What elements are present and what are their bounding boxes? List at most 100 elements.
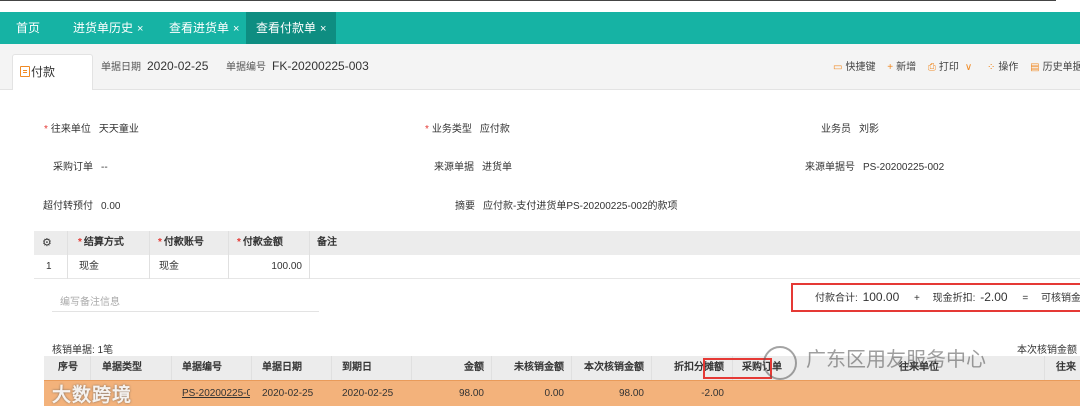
totals-summary: 付款合计: 100.00 + 现金折扣: -2.00 = 可核销金额: [791, 283, 1080, 312]
table-row[interactable]: PS-20200225-0 2020-02-25 2020-02-25 98.0…: [44, 380, 1080, 406]
divider: [171, 356, 172, 380]
writeoff-count: 核销单据: 1笔: [52, 345, 114, 356]
watermark-text-2: 大数跨境: [52, 385, 133, 406]
tab-bar: 首页 进货单历史 × 查看进货单 × 查看付款单 ×: [0, 12, 1080, 44]
col-unwritten: 未核销金额: [514, 362, 564, 373]
plus-icon: +: [887, 62, 894, 73]
cell-doc-date: 2020-02-25: [262, 388, 314, 399]
cell-due-date: 2020-02-25: [342, 388, 394, 399]
equals-sign: =: [1022, 293, 1029, 304]
field-partner: * 往来单位 天天童业: [44, 120, 139, 135]
col-partner-more: 往来: [1056, 362, 1076, 373]
tab-home[interactable]: 首页: [16, 12, 40, 44]
field-source-doc: 来源单据 进货单: [434, 158, 512, 173]
field-label: 业务类型: [431, 124, 472, 135]
close-icon[interactable]: ×: [137, 23, 143, 35]
toolbar-label: 新增: [896, 62, 917, 73]
field-value[interactable]: --: [101, 162, 108, 173]
print-button[interactable]: ⎙ 打印 ∨: [928, 58, 975, 73]
col-due-date: 到期日: [342, 362, 372, 373]
number-value: FK-20200225-003: [272, 59, 369, 73]
shortcut-button[interactable]: ▭ 快捷键: [833, 58, 875, 73]
chevron-down-icon[interactable]: ∨: [965, 62, 972, 73]
field-label: 业务员: [821, 124, 851, 135]
document-icon: [20, 66, 30, 77]
tab-view-payment[interactable]: 查看付款单 ×: [246, 12, 337, 44]
gear-icon[interactable]: ⚙: [42, 231, 52, 255]
current-writeoff-label: 本次核销金额: [1017, 345, 1077, 356]
field-label: 来源单据: [434, 162, 474, 173]
required-mark: *: [44, 124, 48, 135]
col-settle-method: * 结算方式: [78, 231, 124, 255]
divider: [411, 356, 412, 380]
close-icon[interactable]: ×: [320, 23, 326, 35]
toolbar-label: 快捷键: [845, 62, 876, 73]
cell-doc-no-link[interactable]: PS-20200225-0: [182, 381, 250, 407]
date-value: 2020-02-25: [147, 59, 209, 73]
divider: [331, 356, 332, 380]
remark-input[interactable]: 编写备注信息: [60, 293, 120, 308]
discount-label: 现金折扣:: [932, 293, 976, 304]
required-mark: *: [158, 237, 162, 248]
watermark-logo-icon: [10, 384, 42, 404]
field-label: 往来单位: [50, 124, 91, 135]
tab-view-purchase[interactable]: 查看进货单 ×: [169, 12, 239, 44]
document-tab[interactable]: 付款: [12, 54, 93, 90]
divider: [149, 231, 150, 255]
divider: [251, 356, 252, 380]
settlement-table: ⚙ * 结算方式 * 付款账号 * 付款金额 备注 1 现金 现金 100.00: [34, 231, 1080, 279]
table-header: ⚙ * 结算方式 * 付款账号 * 付款金额 备注: [34, 231, 1080, 255]
grid-icon: ⁘: [986, 62, 996, 73]
col-no: 序号: [58, 362, 78, 373]
writeoff-label: 可核销金额: [1041, 293, 1080, 304]
pay-total-label: 付款合计:: [815, 293, 858, 304]
field-value[interactable]: 应付款: [480, 124, 510, 135]
field-label: 摘要: [455, 201, 475, 212]
required-mark: *: [78, 237, 82, 248]
col-doc-type: 单据类型: [102, 362, 142, 373]
tab-purchase-history[interactable]: 进货单历史 ×: [73, 12, 143, 44]
toolbar-label: 打印: [938, 62, 959, 73]
header-label: 付款金额: [242, 237, 283, 248]
field-label: 来源单据号: [805, 162, 855, 173]
field-value[interactable]: 应付款-支付进货单PS-20200225-002的款项: [483, 201, 678, 212]
remark-underline: [52, 311, 319, 312]
cell-amount: 98.00: [458, 388, 484, 399]
divider: [67, 255, 68, 279]
field-value[interactable]: 天天童业: [99, 124, 139, 135]
col-doc-date: 单据日期: [262, 362, 302, 373]
keyboard-icon: ▭: [833, 62, 843, 73]
close-icon[interactable]: ×: [233, 23, 239, 35]
cell-method[interactable]: 现金: [79, 255, 99, 279]
field-value[interactable]: 进货单: [482, 162, 512, 173]
watermark-text: 广东区用友服务中心: [806, 349, 986, 371]
operation-button[interactable]: ⁘ 操作: [987, 58, 1018, 73]
divider: [149, 255, 150, 279]
wechat-icon: [763, 346, 797, 380]
document-header: 付款 单据日期 2020-02-25 单据编号 FK-20200225-003 ▭ 快…: [0, 44, 1080, 90]
history-button[interactable]: ▤ 历史单据: [1030, 58, 1080, 73]
header-label: 付款账号: [163, 237, 204, 248]
tab-label: 查看进货单: [169, 21, 230, 35]
row-number: 1: [46, 261, 52, 272]
divider: [228, 255, 229, 279]
col-amount: 金额: [464, 362, 484, 373]
col-pay-account: * 付款账号: [158, 231, 204, 255]
table-row[interactable]: 1 现金 现金 100.00: [34, 255, 1080, 279]
col-remark: 备注: [317, 237, 337, 248]
highlight-box: [703, 358, 772, 379]
field-po: 采购订单 --: [53, 158, 108, 173]
cell-this-writeoff[interactable]: 98.00: [574, 381, 644, 407]
col-this-writeoff: 本次核销金额: [584, 362, 644, 373]
divider: [571, 356, 572, 380]
field-value[interactable]: 刘影: [859, 124, 879, 135]
divider: [491, 356, 492, 380]
field-value[interactable]: PS-20200225-002: [863, 162, 944, 173]
col-doc-no: 单据编号: [182, 362, 222, 373]
field-value[interactable]: 0.00: [101, 201, 120, 212]
cell-discount-share: -2.00: [701, 388, 724, 399]
printer-icon: ⎙: [927, 62, 936, 73]
new-button[interactable]: + 新增: [887, 58, 916, 73]
cell-account[interactable]: 现金: [159, 255, 179, 279]
cell-amount[interactable]: 100.00: [234, 255, 302, 279]
